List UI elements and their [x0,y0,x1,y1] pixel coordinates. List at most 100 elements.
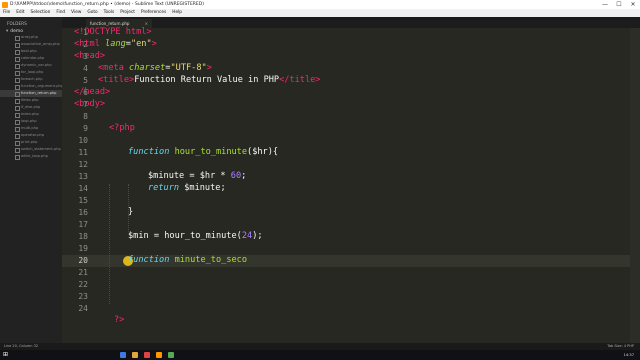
menu-selection[interactable]: Selection [28,9,54,17]
sidebar-file-item[interactable]: while_loop.php [0,153,62,160]
file-label: while_loop.php [21,154,48,158]
sidebar-file-item[interactable]: calendar.php [0,55,62,62]
line-number: 16 [78,208,88,217]
sidebar-file-item[interactable]: function_return.php [0,90,62,97]
menu-preferences[interactable]: Preferences [138,9,169,17]
file-label: foreach.php [21,77,43,81]
line-number: 12 [78,160,88,169]
line-number: 17 [78,220,88,229]
taskbar-app-icon[interactable] [144,352,150,358]
indent-guide [109,184,110,304]
sidebar-folder-demo[interactable]: ▾ demo [0,26,62,34]
file-label: function_return.php [21,91,57,95]
sidebar-file-item[interactable]: print.php [0,139,62,146]
file-label: ifelse.php [21,98,39,102]
sidebar-file-item[interactable]: if_else.php [0,104,62,111]
menu-file[interactable]: File [0,9,13,17]
code-line-24: ?> [114,315,125,325]
file-list: array.php associative_array.php bool.php ca… [0,34,62,160]
code-line-18: $min = hour_to_minute(24); [128,231,263,241]
sidebar-file-item[interactable]: associative_array.php [0,41,62,48]
file-label: print.php [21,140,38,144]
line-number: 24 [78,304,88,313]
sidebar-file-item[interactable]: switch_statement.php [0,146,62,153]
maximize-button[interactable]: ☐ [612,0,626,9]
minimap[interactable] [630,28,640,343]
title-bar: D:\XAMPP\htdocs\demo\function_return.php… [0,0,640,9]
line-number: 19 [78,244,88,253]
taskbar-app-icon[interactable] [168,352,174,358]
status-position: Line 20, Column 32 [4,344,39,348]
code-editor[interactable]: 1 2 3 4 5 6 7 8 9 10 11 12 13 14 15 16 17 18 19 20 21 22 23 24 … [62,27,640,343]
sidebar: FOLDERS ▾ demo array.php associative_array… [0,17,62,343]
sublime-taskbar-icon[interactable] [156,352,162,358]
sidebar-file-item[interactable]: multi.php [0,125,62,132]
minimize-button[interactable]: — [598,0,612,9]
file-label: function_argument.php [21,84,62,88]
file-label: bool.php [21,49,37,53]
windows-start-icon[interactable]: ⊞ [3,352,9,358]
sidebar-file-item[interactable]: function_argument.php [0,83,62,90]
sidebar-file-item[interactable]: operator.php [0,132,62,139]
sidebar-file-item[interactable]: ifelse.php [0,97,62,104]
file-label: index.php [21,112,39,116]
file-label: calendar.php [21,56,45,60]
line-number: 5 [83,76,88,85]
taskbar-app-icon[interactable] [132,352,138,358]
status-syntax[interactable]: Tab Size: 4 PHP [607,343,634,350]
file-label: dynamic_var.php [21,63,52,67]
window-title: D:\XAMPP\htdocs\demo\function_return.php… [10,2,205,7]
file-label: if_else.php [21,105,41,109]
code-line-1: <!DOCTYPE html> [74,27,152,37]
line-number-gutter: 1 2 3 4 5 6 7 8 9 10 11 12 13 14 15 16 17 18 19 20 21 22 23 24 [62,28,88,343]
sidebar-file-item[interactable]: array.php [0,34,62,41]
line-number: 13 [78,172,88,181]
file-icon [15,155,20,160]
line-number: 4 [83,64,88,73]
sidebar-file-item[interactable]: loop.php [0,118,62,125]
menu-find[interactable]: Find [53,9,68,17]
line-number: 15 [78,196,88,205]
line-number: 21 [78,268,88,277]
code-line-6: </head> [74,87,111,97]
code-line-5: <title>Function Return Value in PHP</tit… [98,75,321,85]
menu-goto[interactable]: Goto [84,9,100,17]
menu-tools[interactable]: Tools [101,9,118,17]
sidebar-file-item[interactable]: for_loop.php [0,69,62,76]
line-number: 22 [78,280,88,289]
code-line-13: $minute = $hr * 60; [148,171,247,181]
menu-help[interactable]: Help [169,9,185,17]
menu-view[interactable]: View [68,9,84,17]
sidebar-header: FOLDERS [7,21,28,26]
line-number: 9 [83,124,88,133]
file-label: for_loop.php [21,70,44,74]
tab-label: function_return.php [90,21,130,26]
sidebar-file-item[interactable]: index.php [0,111,62,118]
code-line-16: } [128,207,134,217]
code-line-7: <body> [74,99,106,109]
file-label: loop.php [21,119,37,123]
code-line-9: <?php [109,123,135,133]
line-number: 23 [78,292,88,301]
line-number: 20 [78,256,88,265]
line-number: 10 [78,136,88,145]
file-label: multi.php [21,126,39,130]
close-window-button[interactable]: ✕ [626,0,640,9]
line-number: 14 [78,184,88,193]
line-number: 18 [78,232,88,241]
menu-edit[interactable]: Edit [13,9,27,17]
line-number: 11 [78,148,88,157]
status-bar: Line 20, Column 32 Tab Size: 4 PHP [0,343,640,350]
code-line-3: <head> [74,51,106,61]
line-number: 8 [83,112,88,121]
sidebar-file-item[interactable]: foreach.php [0,76,62,83]
menu-project[interactable]: Project [117,9,138,17]
file-label: switch_statement.php [21,147,61,151]
code-line-2: <html lang="en"> [74,39,157,49]
taskbar: ⊞ 14:37 [0,350,640,360]
taskbar-clock: 14:37 [623,353,634,357]
taskbar-app-icon[interactable] [120,352,126,358]
file-label: array.php [21,35,38,39]
sidebar-file-item[interactable]: dynamic_var.php [0,62,62,69]
sidebar-file-item[interactable]: bool.php [0,48,62,55]
